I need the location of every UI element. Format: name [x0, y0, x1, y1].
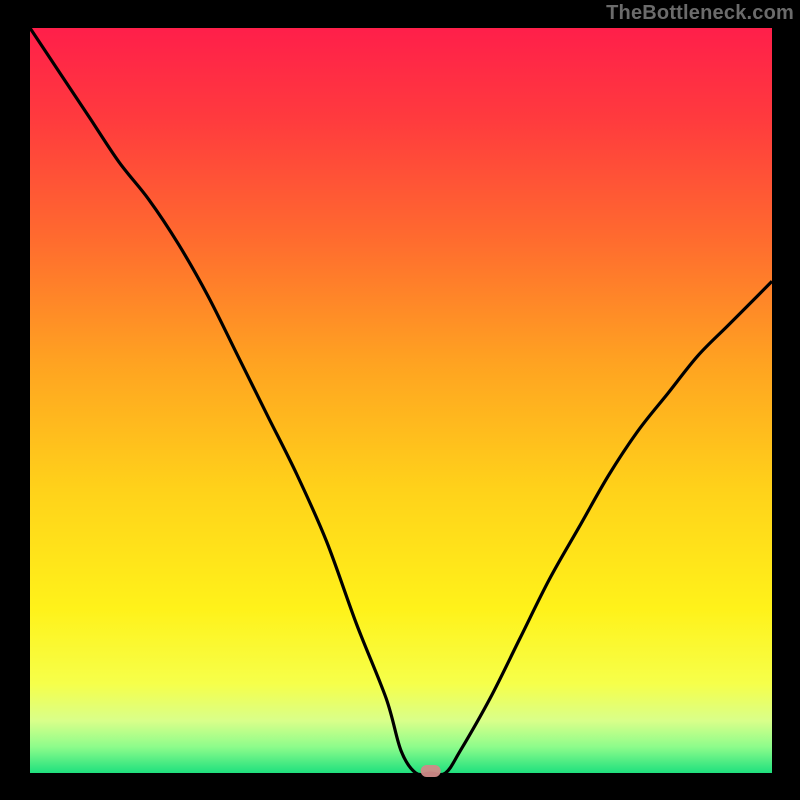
- minimum-marker: [421, 765, 441, 777]
- chart-container: TheBottleneck.com: [0, 0, 800, 800]
- bottleneck-chart: [0, 0, 800, 800]
